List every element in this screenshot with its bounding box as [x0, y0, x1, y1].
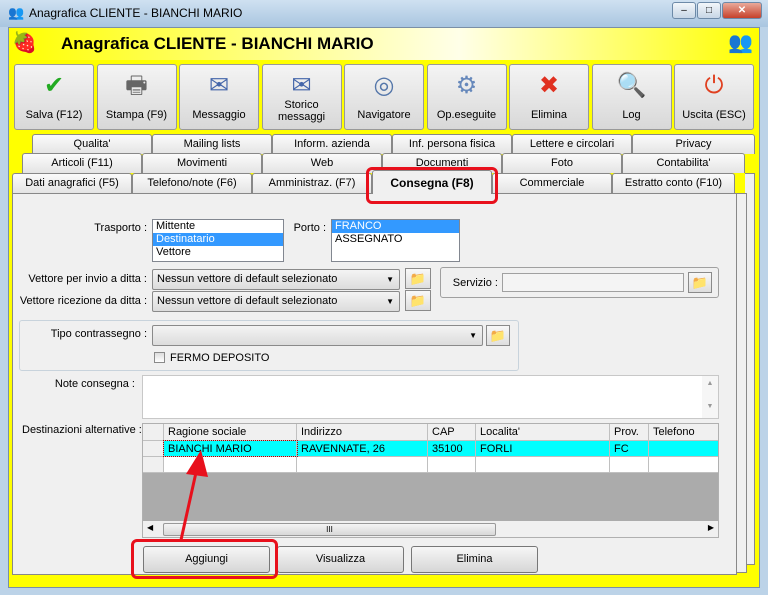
arrow-head — [186, 450, 208, 477]
tab-consegna-f8[interactable]: Consegna (F8) — [372, 170, 492, 194]
arrow-shaft — [179, 467, 199, 541]
arrow-annotation — [179, 450, 208, 541]
